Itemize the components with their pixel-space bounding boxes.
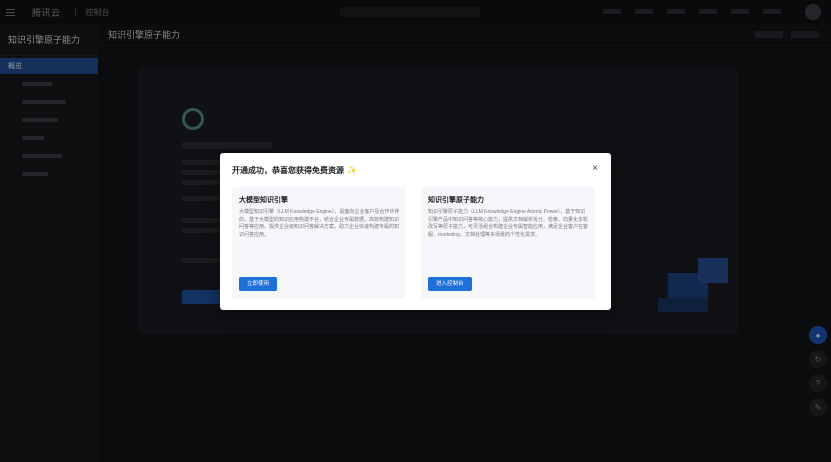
close-icon[interactable]: × [589, 163, 601, 175]
panel-description: 大模型知识引擎（LLM Knowledge Engine），是面向企业客户及合作… [239, 209, 400, 238]
atomic-power-panel: 知识引擎原子能力 知识引擎原子能力（LLM Knowledge Engine A… [421, 187, 595, 299]
panel-title: 知识引擎原子能力 [428, 197, 484, 204]
dialog-title: 开通成功，恭喜您获得免费资源 ✨ [232, 165, 357, 176]
dialog-title-text: 开通成功，恭喜您获得免费资源 [232, 166, 344, 175]
activation-success-dialog: 开通成功，恭喜您获得免费资源 ✨ × 大模型知识引擎 大模型知识引擎（LLM K… [220, 153, 611, 310]
use-now-button[interactable]: 立即使用 [239, 277, 278, 291]
panel-description: 知识引擎原子能力（LLM Knowledge Engine Atomic Pow… [428, 209, 589, 238]
enter-console-button[interactable]: 进入控制台 [428, 277, 472, 291]
llm-knowledge-engine-panel: 大模型知识引擎 大模型知识引擎（LLM Knowledge Engine），是面… [232, 187, 406, 299]
panel-title: 大模型知识引擎 [239, 197, 288, 204]
sparkle-icon: ✨ [347, 166, 357, 175]
